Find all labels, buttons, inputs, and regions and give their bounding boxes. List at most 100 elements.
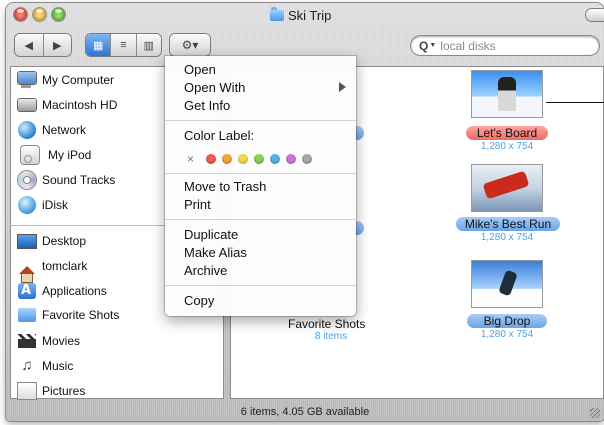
- menu-item-make-alias[interactable]: Make Alias: [184, 245, 247, 260]
- zoom-button[interactable]: [52, 8, 65, 21]
- sidebar-item-label: Favorite Shots: [42, 308, 120, 322]
- file-detail: 1,280 x 754: [480, 141, 534, 152]
- menu-item-copy[interactable]: Copy: [184, 293, 214, 308]
- menu-separator: [165, 173, 356, 174]
- file-name-label[interactable]: Let's Board: [466, 126, 548, 140]
- menu-item-open[interactable]: Open: [184, 62, 216, 77]
- list-view-button[interactable]: ≡: [110, 34, 135, 56]
- search-placeholder: local disks: [440, 38, 496, 53]
- sidebar-item-music[interactable]: ♫ Music: [18, 355, 73, 377]
- color-label-red[interactable]: [206, 154, 217, 164]
- sidebar-item-label: Macintosh HD: [42, 98, 118, 112]
- sidebar-item-label: Applications: [42, 284, 107, 298]
- menu-item-move-to-trash[interactable]: Move to Trash: [184, 179, 266, 194]
- file-detail: 1,280 x 754: [480, 329, 534, 340]
- menu-item-duplicate[interactable]: Duplicate: [184, 227, 238, 242]
- icon-view-button[interactable]: ▦: [86, 34, 111, 56]
- menu-item-get-info[interactable]: Get Info: [184, 98, 230, 113]
- image-thumbnail[interactable]: [472, 261, 542, 307]
- search-field[interactable]: Q ▼ local disks: [411, 36, 599, 55]
- file-detail: 1,280 x 754: [480, 232, 534, 243]
- color-label-gray[interactable]: [302, 154, 313, 164]
- context-menu: Open Open With Get Info Color Label: × M…: [165, 56, 356, 316]
- back-button[interactable]: ◀: [15, 34, 43, 56]
- color-label-green[interactable]: [254, 154, 265, 164]
- title-bar[interactable]: Ski Trip: [6, 3, 604, 29]
- color-label-orange[interactable]: [222, 154, 233, 164]
- sidebar-item-macintosh-hd[interactable]: Macintosh HD: [18, 94, 117, 116]
- back-forward-control: ◀ ▶: [15, 34, 71, 56]
- sidebar-item-applications[interactable]: Applications: [18, 280, 107, 302]
- pointer-line: [546, 102, 604, 103]
- sidebar-item-sound-tracks[interactable]: Sound Tracks: [18, 169, 115, 191]
- color-label-picker: ×: [187, 152, 313, 166]
- sidebar-item-label: tomclark: [42, 259, 88, 273]
- action-menu-button[interactable]: ⚙▾: [170, 34, 210, 56]
- sidebar-item-label: Sound Tracks: [42, 173, 116, 187]
- sidebar-item-network[interactable]: Network: [18, 119, 86, 141]
- search-scope-chevron-icon: ▼: [429, 42, 437, 49]
- menu-item-open-with[interactable]: Open With: [184, 80, 245, 95]
- resize-grip-icon[interactable]: [590, 408, 600, 418]
- image-thumbnail[interactable]: [472, 165, 542, 211]
- color-label-purple[interactable]: [286, 154, 297, 164]
- sidebar-item-label: Pictures: [42, 384, 86, 398]
- sidebar-item-label: Movies: [42, 334, 81, 348]
- sidebar-item-label: My iPod: [48, 148, 92, 162]
- back-arrow-icon: ◀: [24, 39, 33, 52]
- file-name-label[interactable]: Mike's Best Run: [456, 217, 560, 231]
- submenu-arrow-icon: [339, 82, 346, 92]
- computer-icon: [18, 72, 36, 88]
- icon-view-icon: ▦: [92, 39, 104, 52]
- desktop-icon: [18, 234, 36, 248]
- view-mode-control: ▦ ≡ ▥: [86, 34, 161, 56]
- sidebar-item-label: iDisk: [42, 198, 68, 212]
- idisk-icon: [18, 196, 36, 214]
- sidebar-item-pictures[interactable]: Pictures: [18, 380, 85, 402]
- sidebar-item-label: Network: [42, 123, 87, 137]
- list-view-icon: ≡: [120, 39, 127, 51]
- close-button[interactable]: [14, 8, 27, 21]
- sidebar-item-desktop[interactable]: Desktop: [18, 230, 86, 252]
- window-title: Ski Trip: [288, 8, 332, 23]
- file-name-label[interactable]: Big Drop: [467, 314, 547, 328]
- folder-detail: 8 items: [314, 331, 348, 342]
- color-label-blue[interactable]: [270, 154, 281, 164]
- column-view-icon: ▥: [143, 39, 155, 52]
- menu-separator: [165, 120, 356, 121]
- folder-icon: [270, 7, 284, 21]
- sidebar-item-idisk[interactable]: iDisk: [18, 194, 68, 216]
- pictures-icon: [18, 383, 36, 399]
- network-globe-icon: [18, 121, 36, 139]
- image-thumbnail[interactable]: [472, 71, 542, 117]
- forward-button[interactable]: ▶: [42, 34, 72, 56]
- minimize-button[interactable]: [33, 8, 46, 21]
- gear-icon: ⚙▾: [181, 38, 199, 52]
- toolbar-toggle-button[interactable]: [586, 9, 604, 21]
- hard-disk-icon: [18, 99, 36, 111]
- sidebar-item-my-ipod[interactable]: My iPod: [18, 144, 91, 166]
- sidebar-item-tomclark[interactable]: tomclark: [18, 255, 88, 282]
- sidebar-item-favorite-shots[interactable]: Favorite Shots: [18, 304, 119, 326]
- forward-arrow-icon: ▶: [53, 39, 62, 52]
- menu-item-print[interactable]: Print: [184, 197, 211, 212]
- menu-separator: [165, 285, 356, 286]
- window-title-group: Ski Trip: [270, 7, 332, 23]
- sidebar-item-label: Music: [42, 359, 74, 373]
- folder-icon: [18, 308, 36, 322]
- cd-icon: [18, 171, 36, 189]
- music-icon: ♫: [21, 357, 33, 374]
- sidebar-item-movies[interactable]: Movies: [18, 330, 80, 352]
- clear-label-icon[interactable]: ×: [187, 152, 194, 166]
- column-view-button[interactable]: ▥: [135, 34, 161, 56]
- menu-item-color-label: Color Label:: [184, 128, 255, 143]
- status-bar: 6 items, 4.05 GB available: [240, 406, 370, 418]
- sidebar-item-my-computer[interactable]: My Computer: [18, 69, 114, 91]
- menu-item-archive[interactable]: Archive: [184, 263, 227, 278]
- sidebar-item-label: My Computer: [42, 73, 115, 87]
- applications-icon: [18, 283, 36, 299]
- color-label-yellow[interactable]: [238, 154, 249, 164]
- folder-name-label[interactable]: Favorite Shots: [288, 317, 365, 331]
- movies-icon: [18, 334, 36, 348]
- search-icon: Q: [419, 38, 429, 53]
